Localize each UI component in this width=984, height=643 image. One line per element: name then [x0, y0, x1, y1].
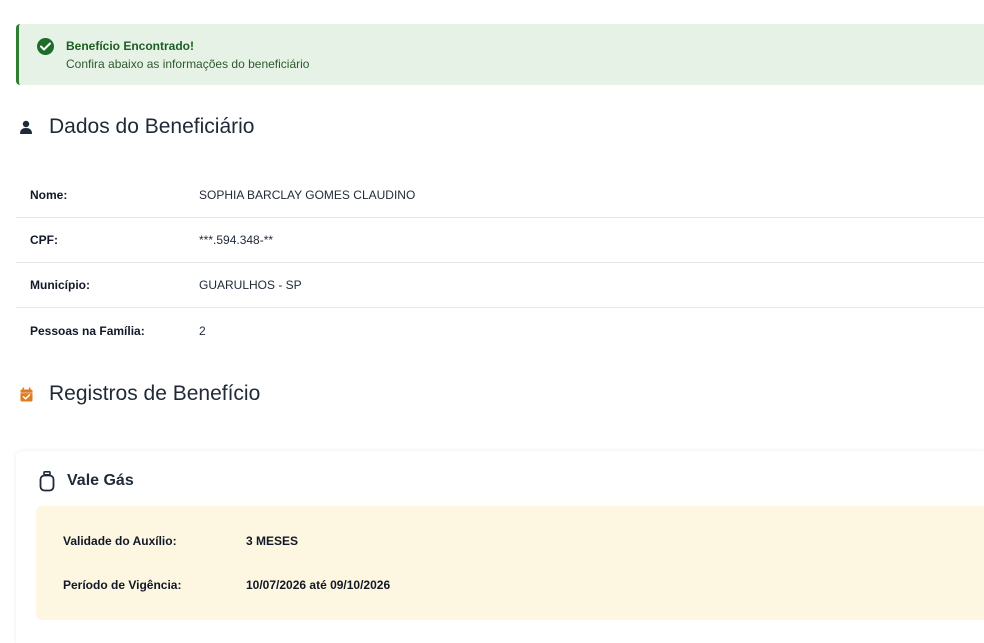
table-row: CPF: ***.594.348-** — [16, 218, 984, 263]
records-section-title: Registros de Benefício — [49, 382, 261, 405]
period-label: Período de Vigência: — [63, 578, 182, 592]
name-label: Nome: — [30, 188, 68, 202]
user-icon — [18, 119, 34, 135]
beneficiary-info-table: Nome: SOPHIA BARCLAY GOMES CLAUDINO CPF:… — [16, 173, 984, 353]
validity-label: Validade do Auxílio: — [63, 534, 177, 548]
benefit-card: Vale Gás Validade do Auxílio: 3 MESES Pe… — [16, 451, 984, 643]
family-size-label: Pessoas na Família: — [30, 323, 145, 338]
gas-cylinder-icon — [38, 470, 56, 492]
table-row: Nome: SOPHIA BARCLAY GOMES CLAUDINO — [16, 173, 984, 218]
period-row: Período de Vigência: 10/07/2026 até 09/1… — [63, 578, 390, 592]
benefit-card-body: Validade do Auxílio: 3 MESES Período de … — [36, 506, 984, 620]
cpf-value: ***.594.348-** — [199, 233, 274, 247]
table-row: Município: GUARULHOS - SP — [16, 263, 984, 308]
page: Benefício Encontrado! Confira abaixo as … — [0, 0, 984, 643]
benefit-card-header: Vale Gás — [38, 470, 134, 492]
records-section-header: Registros de Benefício — [18, 382, 260, 406]
name-value: SOPHIA BARCLAY GOMES CLAUDINO — [199, 188, 416, 202]
validity-row: Validade do Auxílio: 3 MESES — [63, 534, 298, 548]
calendar-check-icon — [18, 386, 34, 402]
family-size-value: 2 — [199, 323, 206, 338]
period-value: 10/07/2026 até 09/10/2026 — [246, 578, 391, 592]
check-circle-icon — [37, 38, 54, 55]
validity-value: 3 MESES — [246, 534, 299, 548]
alert-title: Benefício Encontrado! — [66, 39, 195, 53]
table-row: Pessoas na Família: 2 — [16, 308, 984, 353]
alert-description: Confira abaixo as informações do benefic… — [66, 57, 310, 71]
municipality-label: Município: — [30, 278, 90, 292]
beneficiary-section-header: Dados do Beneficiário — [18, 115, 254, 139]
beneficiary-section-title: Dados do Beneficiário — [49, 115, 255, 138]
success-alert: Benefício Encontrado! Confira abaixo as … — [16, 24, 984, 85]
cpf-label: CPF: — [30, 233, 58, 247]
benefit-card-title: Vale Gás — [67, 472, 134, 489]
municipality-value: GUARULHOS - SP — [199, 278, 302, 292]
